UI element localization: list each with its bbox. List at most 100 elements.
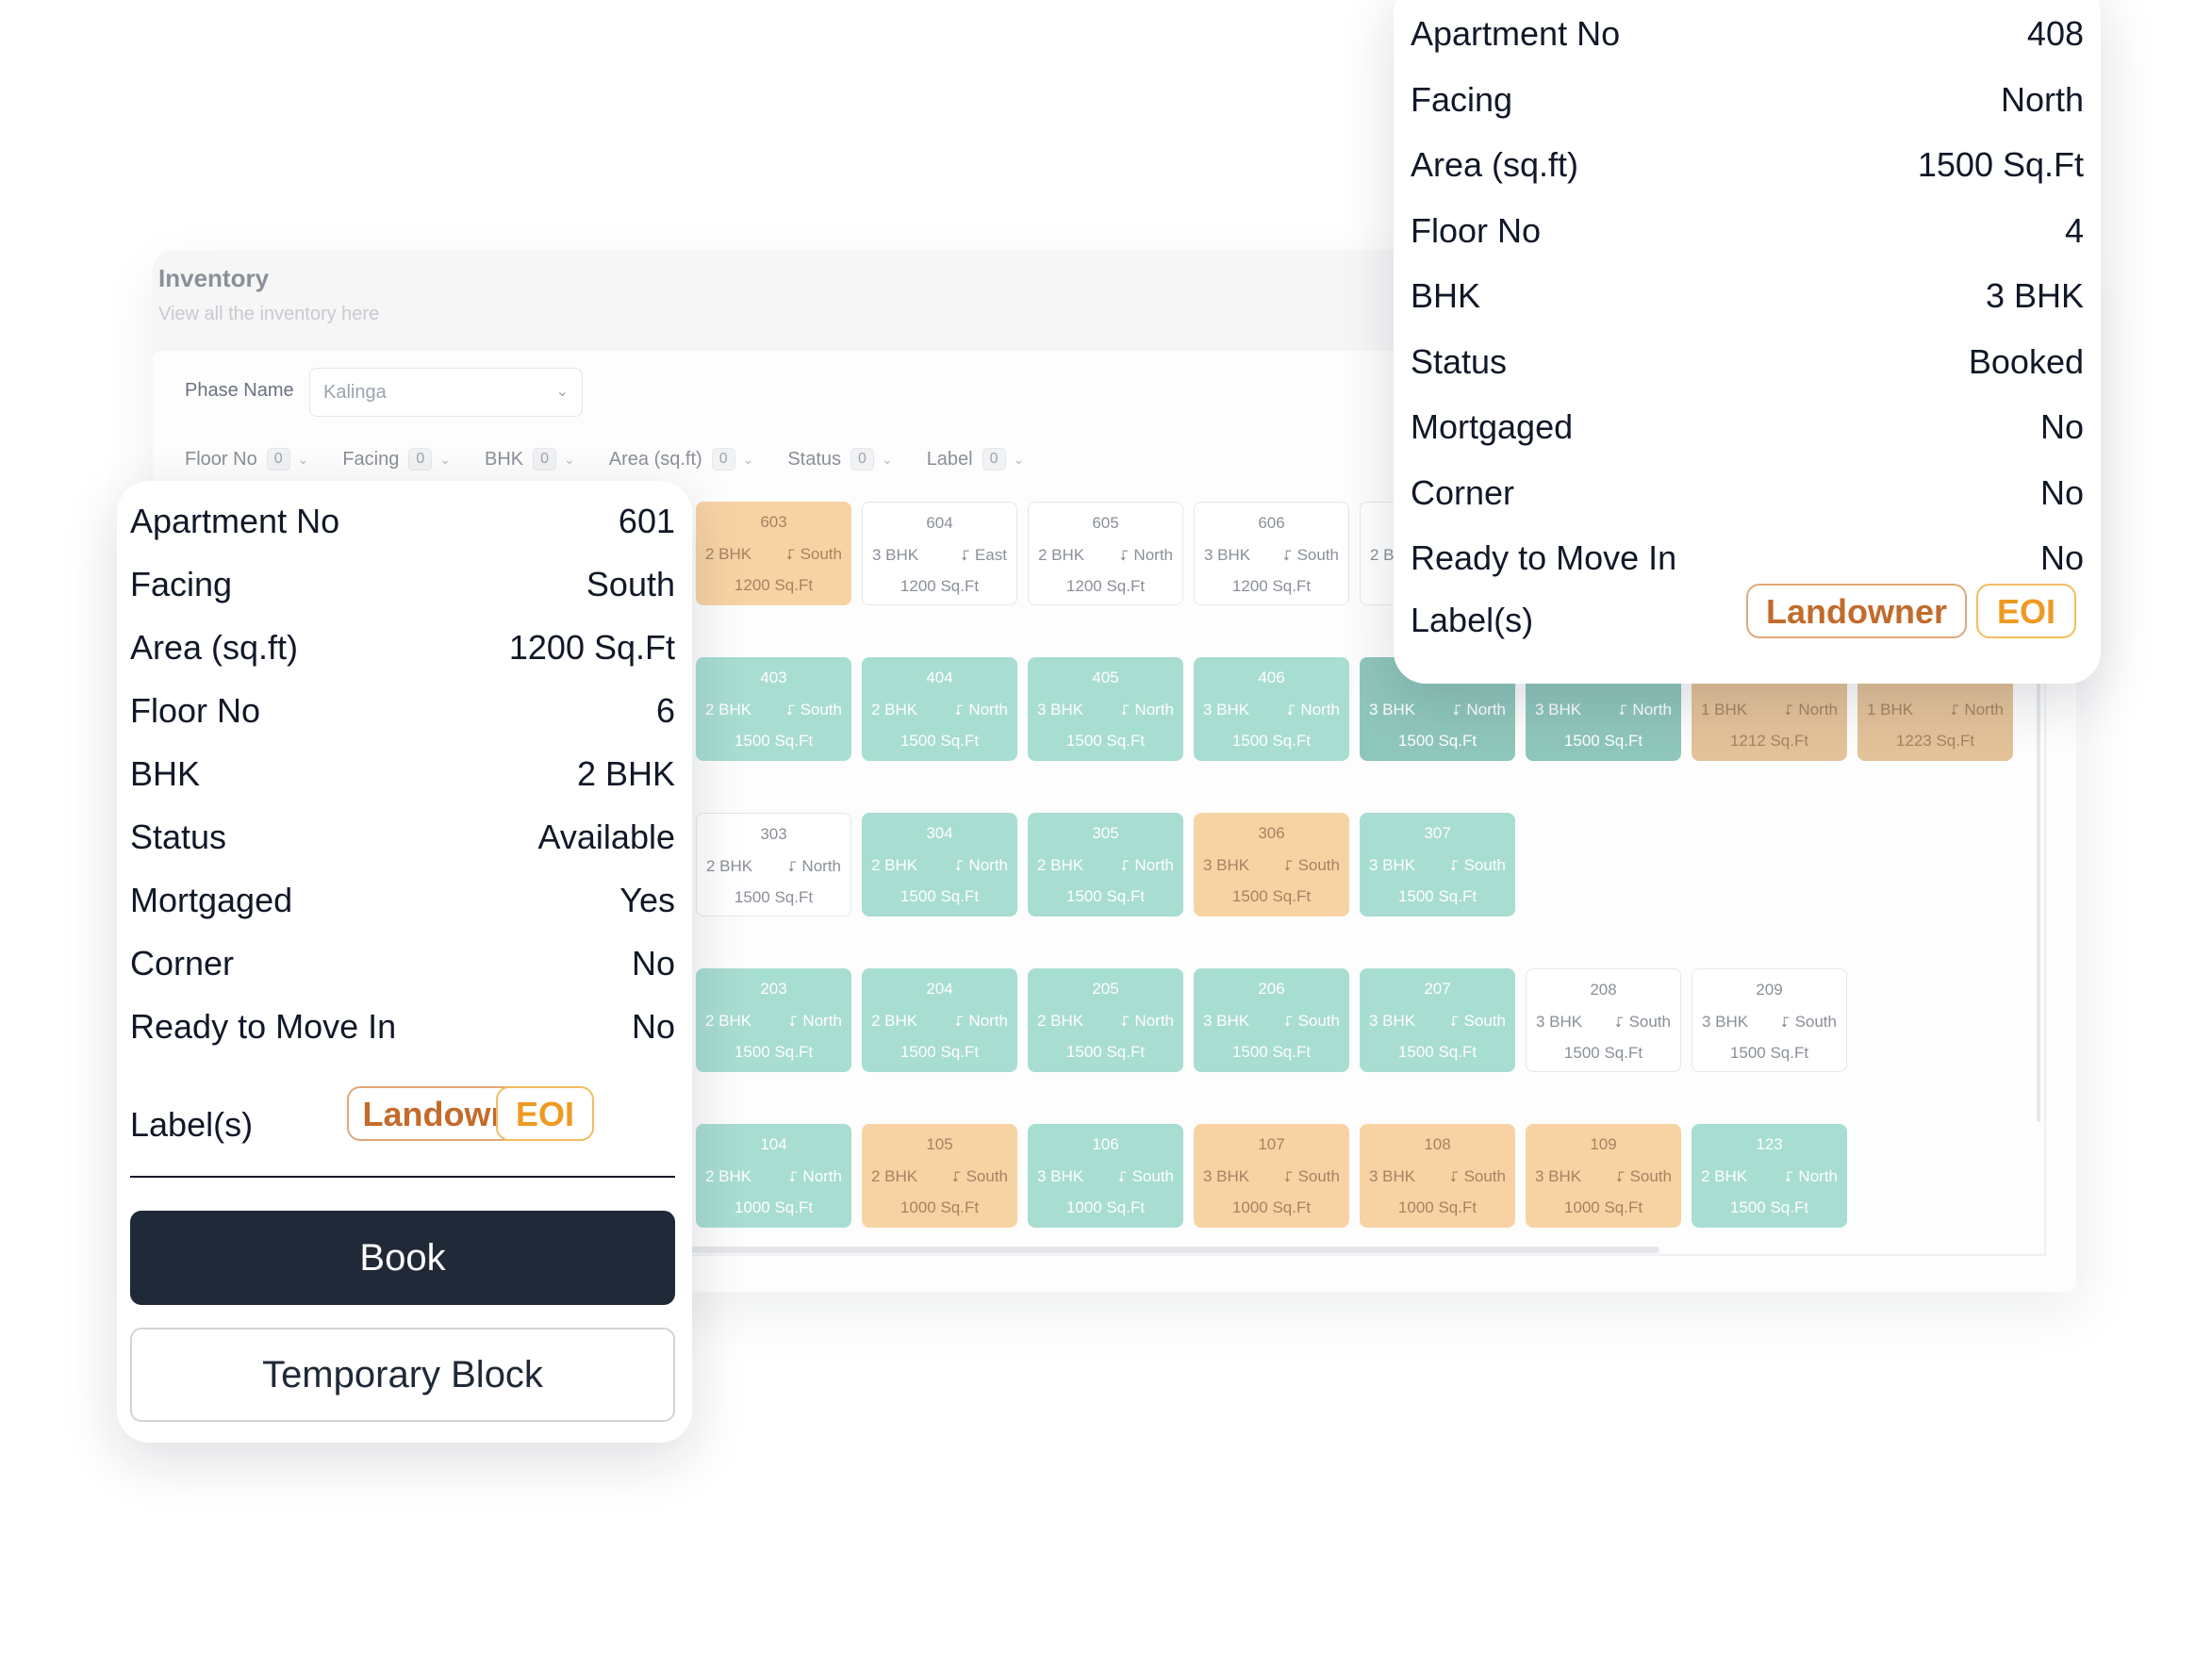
unit-area: 1500 Sq.Ft [1231,1043,1312,1061]
unit-facing-text: North [802,1012,842,1030]
unit-cell[interactable]: 405 3 BHK ⮦ North 1500 Sq.Ft [1028,657,1183,761]
unit-facing-text: South [1463,1167,1506,1185]
unit-bhk: 3 BHK [1037,1167,1084,1185]
unit-cell[interactable]: 207 3 BHK ⮦ South 1500 Sq.Ft [1360,968,1515,1072]
unit-bhk: 3 BHK [1369,701,1416,718]
unit-cell[interactable]: 305 2 BHK ⮦ North 1500 Sq.Ft [1028,813,1183,917]
unit-facing-text: South [1297,1012,1340,1030]
unit-number: 403 [760,669,787,686]
unit-area: 1000 Sq.Ft [900,1198,980,1216]
unit-facing: ⮦ North [1287,701,1340,719]
unit-cell[interactable]: 304 2 BHK ⮦ North 1500 Sq.Ft [862,813,1017,917]
unit-cell[interactable]: 205 2 BHK ⮦ North 1500 Sq.Ft [1028,968,1183,1072]
unit-bhk: 2 BHK [1037,1012,1084,1030]
unit-cell[interactable]: 108 3 BHK ⮦ South 1000 Sq.Ft [1360,1124,1515,1228]
unit-cell[interactable]: 203 2 BHK ⮦ North 1500 Sq.Ft [696,968,851,1072]
unit-number: 304 [926,824,953,842]
unit-number: 305 [1092,824,1119,842]
unit-area: 1200 Sq.Ft [1231,577,1312,595]
detail-key: Facing [1411,79,1513,119]
eoi-badge[interactable]: EOI [1976,584,2076,638]
unit-facing: ⮦ South [952,1167,1008,1186]
unit-bhk: 2 BHK [871,856,918,874]
unit-number: 303 [760,825,787,843]
unit-cell[interactable]: 307 3 BHK ⮦ South 1500 Sq.Ft [1360,813,1515,917]
detail-value: 4 [2064,210,2084,250]
chevron-down-icon: ⌄ [555,384,569,400]
book-button[interactable]: Book [130,1211,675,1305]
eoi-badge[interactable]: EOI [496,1086,594,1141]
horizontal-scrollbar[interactable] [688,1247,1659,1253]
unit-cell[interactable]: 303 2 BHK ⮦ North 1500 Sq.Ft [696,813,851,917]
unit-number: 404 [926,669,953,686]
navigation-arrow-icon: ⮦ [1119,548,1129,564]
unit-facing-text: North [968,1012,1008,1030]
filter-status[interactable]: Status 0 ⌄ [787,448,893,471]
navigation-arrow-icon: ⮦ [954,1014,964,1030]
detail-key: BHK [130,754,201,793]
unit-facing-text: North [1134,856,1174,874]
navigation-arrow-icon: ⮦ [1950,702,1959,718]
unit-cell[interactable]: 403 2 BHK ⮦ South 1500 Sq.Ft [696,657,851,761]
unit-facing-text: South [1629,1167,1672,1185]
detail-value: 408 [2026,14,2084,53]
temporary-block-button[interactable]: Temporary Block [130,1328,675,1422]
unit-facing-text: South [1794,1013,1837,1031]
unit-area: 1500 Sq.Ft [734,732,814,750]
unit-number: 605 [1092,514,1119,532]
unit-cell[interactable]: 204 2 BHK ⮦ North 1500 Sq.Ft [862,968,1017,1072]
unit-area: 1200 Sq.Ft [1065,577,1146,595]
detail-key: BHK [1411,276,1481,315]
unit-bhk: 2 BHK [871,701,918,718]
unit-cell[interactable]: 209 3 BHK ⮦ South 1500 Sq.Ft [1692,968,1847,1072]
chevron-down-icon: ⌄ [742,451,754,467]
unit-facing: ⮦ North [789,1167,842,1186]
phase-select-value: Kalinga [323,382,387,403]
unit-cell[interactable]: 208 3 BHK ⮦ South 1500 Sq.Ft [1526,968,1681,1072]
unit-facing: ⮦ North [1785,1167,1838,1186]
filter-floor-no[interactable]: Floor No 0 ⌄ [185,448,308,471]
unit-cell[interactable]: 109 3 BHK ⮦ South 1000 Sq.Ft [1526,1124,1681,1228]
detail-row: BHK 3 BHK [1411,276,2084,323]
filter-label[interactable]: Label 0 ⌄ [926,448,1024,471]
unit-cell[interactable]: 104 2 BHK ⮦ North 1000 Sq.Ft [696,1124,851,1228]
navigation-arrow-icon: ⮦ [1615,1169,1625,1185]
unit-facing: ⮦ North [1619,701,1672,719]
unit-cell[interactable]: 604 3 BHK ⮦ East 1200 Sq.Ft [862,502,1017,605]
phase-select[interactable]: Kalinga ⌄ [309,368,583,417]
unit-area: 1500 Sq.Ft [1231,887,1312,905]
detail-key: Status [130,817,227,856]
unit-area: 1000 Sq.Ft [734,1198,814,1216]
unit-cell[interactable]: 123 2 BHK ⮦ North 1500 Sq.Ft [1692,1124,1847,1228]
filter-facing[interactable]: Facing 0 ⌄ [342,448,451,471]
unit-bhk: 3 BHK [1204,546,1251,564]
detail-value: 2 BHK [576,754,675,793]
filter-count-badge: 0 [533,448,557,471]
unit-facing: ⮦ North [1951,701,2004,719]
divider [130,1176,675,1178]
unit-detail-popup-601: Apartment No 601 Facing South Area (sq.ft) 12… [117,481,692,1443]
unit-cell[interactable]: 404 2 BHK ⮦ North 1500 Sq.Ft [862,657,1017,761]
detail-value: Available [537,817,675,856]
navigation-arrow-icon: ⮦ [1449,858,1459,874]
unit-cell[interactable]: 206 3 BHK ⮦ South 1500 Sq.Ft [1194,968,1349,1072]
filter-bhk[interactable]: BHK 0 ⌄ [485,448,575,471]
unit-cell[interactable]: 107 3 BHK ⮦ South 1000 Sq.Ft [1194,1124,1349,1228]
unit-number: 203 [760,980,787,998]
unit-cell[interactable]: 605 2 BHK ⮦ North 1200 Sq.Ft [1028,502,1183,605]
filter-label: Area (sq.ft) [608,448,702,470]
unit-facing: ⮦ South [1450,1012,1506,1031]
unit-cell[interactable]: 603 2 BHK ⮦ South 1200 Sq.Ft [696,502,851,605]
navigation-arrow-icon: ⮦ [1283,1014,1293,1030]
unit-cell[interactable]: 606 3 BHK ⮦ South 1200 Sq.Ft [1194,502,1349,605]
unit-cell[interactable]: 406 3 BHK ⮦ North 1500 Sq.Ft [1194,657,1349,761]
unit-cell[interactable]: 2 B [1360,502,1397,605]
filter-label: Label [926,448,973,470]
unit-cell[interactable]: 306 3 BHK ⮦ South 1500 Sq.Ft [1194,813,1349,917]
landowner-badge[interactable]: Landowner [1746,584,1967,638]
unit-cell[interactable]: 106 3 BHK ⮦ South 1000 Sq.Ft [1028,1124,1183,1228]
filter-area[interactable]: Area (sq.ft) 0 ⌄ [608,448,754,471]
detail-row: Ready to Move In No [1411,538,2084,586]
unit-cell[interactable]: 105 2 BHK ⮦ South 1000 Sq.Ft [862,1124,1017,1228]
navigation-arrow-icon: ⮦ [1449,1014,1459,1030]
